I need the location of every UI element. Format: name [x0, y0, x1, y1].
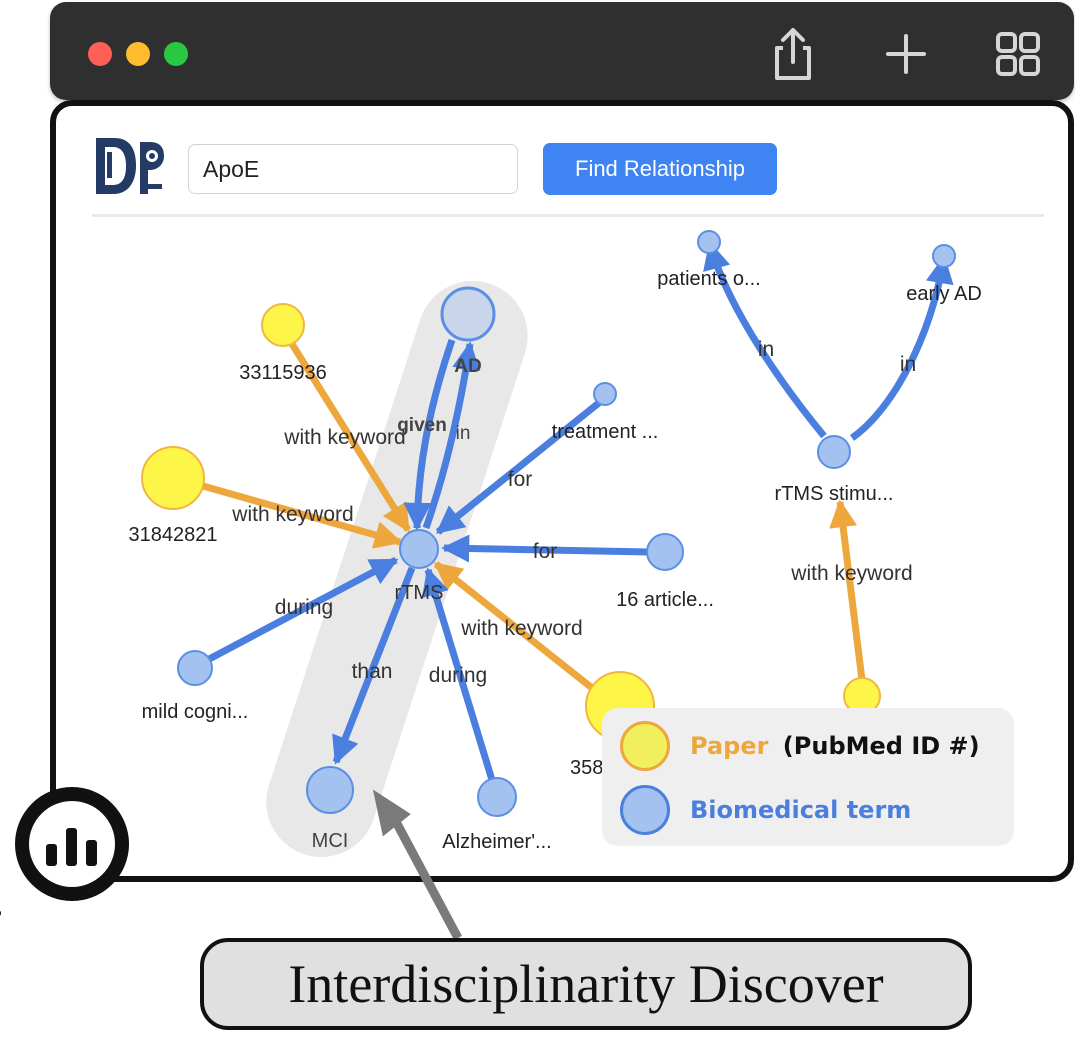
- node-earlyad[interactable]: [932, 244, 956, 268]
- node-rtms[interactable]: [399, 529, 439, 569]
- node-ad[interactable]: [440, 286, 496, 342]
- node-alz[interactable]: [477, 777, 517, 817]
- node-mild[interactable]: [177, 650, 213, 686]
- node-mci[interactable]: [306, 766, 354, 814]
- magnifier-chart-icon: [0, 787, 129, 918]
- legend-paper-label: Paper: [690, 732, 769, 760]
- node-label-earlyad: early AD: [906, 283, 982, 305]
- legend-paper: Paper (PubMed ID #): [620, 718, 980, 774]
- node-label-31842821: 31842821: [129, 524, 218, 546]
- edge-label-in1: in: [456, 423, 471, 444]
- node-articles16[interactable]: [646, 533, 684, 571]
- legend-term-label: Biomedical term: [690, 796, 912, 824]
- node-31842821[interactable]: [141, 446, 205, 510]
- edge-label-given: given: [397, 415, 447, 436]
- node-label-mci: MCI: [312, 830, 349, 852]
- node-label-358: 358: [570, 757, 603, 779]
- node-33115936[interactable]: [261, 303, 305, 347]
- legend-paper-suffix: (PubMed ID #): [782, 732, 980, 760]
- edge-label-kw1: with keyword: [283, 426, 405, 449]
- node-label-mild: mild cogni...: [142, 701, 249, 723]
- node-label-articles16: 16 article...: [616, 589, 714, 611]
- edge-label-kw4: with keyword: [790, 562, 912, 585]
- edge-label-during2: during: [429, 664, 487, 687]
- edge-label-in2: in: [758, 338, 774, 361]
- node-label-rtmsstim: rTMS stimu...: [775, 483, 894, 505]
- legend-term: Biomedical term: [620, 782, 911, 838]
- edge-label-in3: in: [900, 353, 916, 376]
- node-patients[interactable]: [697, 230, 721, 254]
- edge-label-for1: for: [508, 468, 533, 491]
- edge-label-kw3: with keyword: [460, 617, 582, 640]
- edge-label-than: than: [352, 660, 393, 683]
- caption-box: Interdisciplinarity Discover: [200, 938, 972, 1030]
- node-treatment[interactable]: [593, 382, 617, 406]
- edge-label-during1: during: [275, 596, 333, 619]
- node-label-rtms: rTMS: [395, 582, 444, 604]
- edge-label-kw2: with keyword: [231, 503, 353, 526]
- paper-swatch-icon: [620, 721, 670, 771]
- node-label-33115936: 33115936: [239, 362, 327, 384]
- node-label-patients: patients o...: [657, 268, 760, 290]
- node-rtmsstim[interactable]: [817, 435, 851, 469]
- edge-label-for2: for: [533, 540, 558, 563]
- legend: Paper (PubMed ID #) Biomedical term: [602, 708, 1014, 846]
- node-label-alz: Alzheimer'...: [442, 831, 551, 853]
- term-swatch-icon: [620, 785, 670, 835]
- edge-paper-rtmsstim[interactable]: [829, 499, 866, 681]
- knowledge-graph: 33115936 31842821 358 AD rTMS treatment …: [129, 230, 982, 858]
- node-label-ad: AD: [454, 356, 481, 377]
- node-label-treatment: treatment ...: [552, 421, 659, 443]
- caption-text: Interdisciplinarity Discover: [288, 954, 884, 1014]
